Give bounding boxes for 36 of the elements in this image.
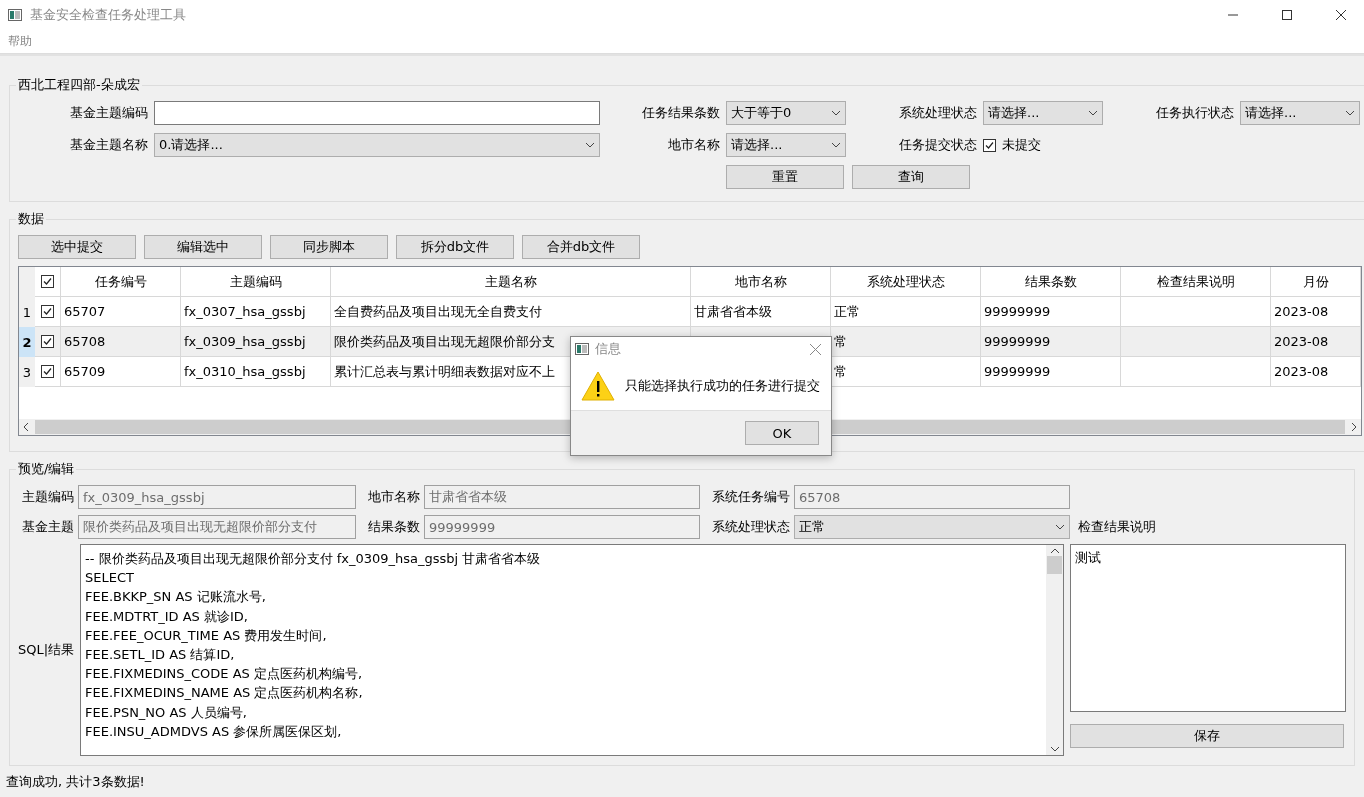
code-line: FEE.FEE_OCUR_TIME AS 费用发生时间, bbox=[85, 626, 328, 645]
field-label: 基金主题 bbox=[21, 518, 74, 536]
field-label: 系统处理状态 bbox=[898, 104, 977, 122]
table-cell: 65709 bbox=[61, 357, 181, 387]
field-label: 基金主题编码 bbox=[69, 104, 148, 122]
table-cell: 99999999 bbox=[981, 357, 1121, 387]
table-cell: fx_0310_hsa_gssbj bbox=[181, 357, 331, 387]
field-label: 系统任务编号 bbox=[711, 488, 790, 506]
code-line: FEE.PSN_NO AS 人员编号, bbox=[85, 703, 248, 722]
table-cell: 2023-08 bbox=[1271, 357, 1361, 387]
code-line: FEE.INSU_ADMDVS AS 参保所属医保区划, bbox=[85, 722, 343, 741]
code-line: FEE.MDTRT_ID AS 就诊ID, bbox=[85, 607, 249, 626]
code-line: SELECT bbox=[85, 569, 135, 588]
field-label: 任务结果条数 bbox=[641, 104, 720, 122]
field-label: 主题编码 bbox=[21, 488, 74, 506]
group-title: 西北工程四部-朵成宏 bbox=[17, 76, 141, 94]
field-label: 系统处理状态 bbox=[711, 518, 790, 536]
field-label: 任务提交状态 bbox=[898, 136, 977, 154]
field-label: 任务执行状态 bbox=[1155, 104, 1234, 122]
code-line: FEE.FIXMEDINS_CODE AS 定点医药机构编号, bbox=[85, 665, 364, 684]
group-title: 预览/编辑 bbox=[17, 460, 76, 478]
code-line: FEE.FIXMEDINS_NAME AS 定点医药机构名称, bbox=[85, 684, 364, 703]
field-label: 结果条数 bbox=[367, 518, 420, 536]
window-title: 基金安全检查任务处理工具 bbox=[30, 6, 187, 24]
field-label: 地市名称 bbox=[667, 136, 720, 154]
field-label: SQL|结果 bbox=[18, 641, 74, 659]
field-label: 基金主题名称 bbox=[69, 136, 148, 154]
status-message: 查询成功, 共计3条数据! bbox=[5, 773, 146, 791]
code-line: FEE.SETL_ID AS 结算ID, bbox=[85, 646, 236, 664]
field-label: 地市名称 bbox=[367, 488, 420, 506]
code-line: FEE.BKKP_SN AS 记账流水号, bbox=[85, 588, 267, 607]
group-title: 数据 bbox=[17, 210, 45, 228]
checkbox-label: 未提交 bbox=[1002, 136, 1041, 154]
code-line: -- 限价类药品及项目出现无超限价部分支付 fx_0309_hsa_gssbj 甘肃省省本级 bbox=[85, 550, 542, 568]
field-label: 检查结果说明 bbox=[1078, 518, 1156, 536]
dialog-title: 信息 bbox=[595, 340, 622, 358]
